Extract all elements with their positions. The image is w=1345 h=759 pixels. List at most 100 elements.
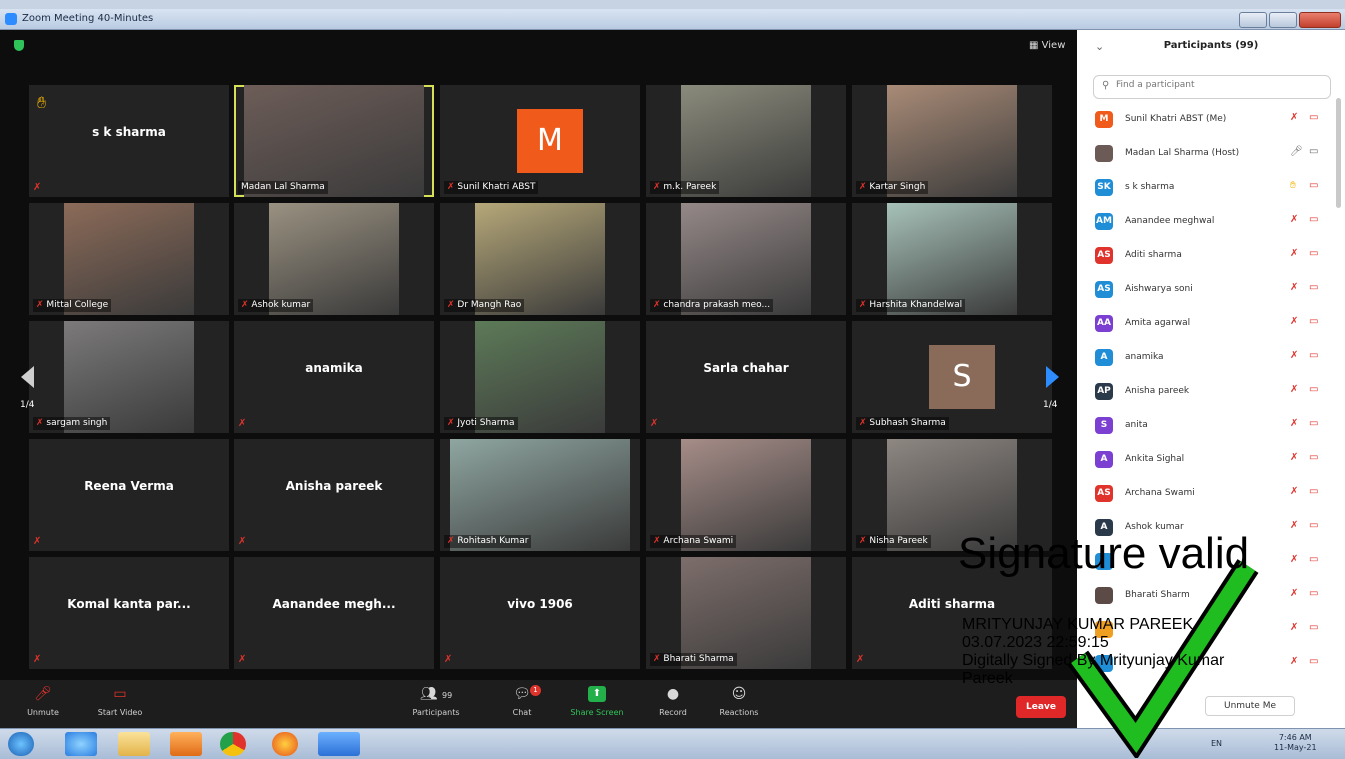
tile-label: ✗ Sunil Khatri ABST: [444, 181, 539, 194]
participant-row[interactable]: A Ashok kumar ✗ ▭: [1077, 510, 1339, 544]
tile-name: Anisha pareek: [285, 479, 383, 493]
maximize-button[interactable]: [1269, 12, 1297, 28]
participant-row[interactable]: Madan Lal Sharma (Host) 🎤︎ ▭: [1077, 136, 1339, 170]
tile-name: vivo 1906: [507, 597, 573, 611]
video-tile[interactable]: Reena Verma ✗: [29, 439, 229, 551]
video-tile[interactable]: Komal kanta par... ✗: [29, 557, 229, 669]
prev-page-arrow-icon[interactable]: [21, 366, 34, 388]
video-off-icon: ▭: [1309, 282, 1319, 293]
muted-mic-icon: ✗: [36, 300, 47, 310]
muted-mic-icon: 🎤︎: [1290, 146, 1303, 157]
participant-row[interactable]: ✗ ▭: [1077, 646, 1339, 680]
zoom-taskbar-icon[interactable]: [318, 732, 360, 756]
video-tile[interactable]: s k sharma ✋︎ ✗: [29, 85, 229, 197]
participant-avatar: M: [1095, 111, 1113, 128]
tile-name: Reena Verma: [84, 479, 174, 493]
video-tile[interactable]: ✗ Nisha Pareek: [852, 439, 1052, 551]
muted-mic-icon: ✗: [1290, 656, 1299, 667]
video-tile[interactable]: ✗ sargam singh: [29, 321, 229, 433]
participant-row[interactable]: Sanita ✗ ▭: [1077, 408, 1339, 442]
unmute-me-button[interactable]: Unmute Me: [1205, 696, 1295, 716]
video-tile[interactable]: Aanandee megh... ✗: [234, 557, 434, 669]
video-tile[interactable]: S ✗ Subhash Sharma: [852, 321, 1052, 433]
video-tile[interactable]: ✗ Rohitash Kumar: [440, 439, 640, 551]
muted-mic-icon: ✗: [238, 536, 247, 547]
video-tile[interactable]: Anisha pareek ✗: [234, 439, 434, 551]
tile-label: ✗ Jyoti Sharma: [444, 417, 518, 430]
muted-microphone-icon: 🎤︎: [34, 686, 52, 702]
video-tile[interactable]: ✗ Jyoti Sharma: [440, 321, 640, 433]
video-tile[interactable]: Sarla chahar ✗: [646, 321, 846, 433]
security-shield-icon[interactable]: [14, 40, 24, 51]
clock-date: 11-May-21: [1274, 743, 1317, 752]
video-tile[interactable]: ✗ Mittal College: [29, 203, 229, 315]
video-tile[interactable]: ✗ Dr Mangh Rao: [440, 203, 640, 315]
video-tile[interactable]: ✗ Bharati Sharma: [646, 557, 846, 669]
chrome-icon[interactable]: [220, 732, 246, 756]
participant-row[interactable]: AS Aishwarya soni ✗ ▭: [1077, 272, 1339, 306]
leave-button[interactable]: Leave: [1016, 696, 1066, 718]
unmute-button[interactable]: 🎤︎ Unmute: [8, 686, 78, 717]
participant-name: Ankita Sighal: [1125, 454, 1185, 464]
video-off-icon: ▭: [1309, 418, 1319, 429]
participant-row[interactable]: ✗ ▭: [1077, 544, 1339, 578]
search-input[interactable]: [1114, 79, 1318, 91]
view-label: View: [1041, 40, 1066, 51]
participants-button[interactable]: 👥︎ 99 Participants: [401, 686, 471, 717]
firefox-icon[interactable]: [272, 732, 298, 756]
view-button[interactable]: ▦ View: [1029, 40, 1065, 51]
participants-label: Participants: [412, 708, 460, 717]
participant-row[interactable]: SK s k sharma ✋︎ ▭: [1077, 170, 1339, 204]
close-button[interactable]: [1299, 12, 1341, 28]
video-tile[interactable]: M ✗ Sunil Khatri ABST: [440, 85, 640, 197]
participant-row[interactable]: ✗ ▭: [1077, 612, 1339, 646]
windows-start-orb-icon[interactable]: [8, 732, 34, 756]
participant-row[interactable]: M Sunil Khatri ABST (Me) ✗ ▭: [1077, 102, 1339, 136]
muted-mic-icon: ✗: [859, 182, 870, 192]
participant-search[interactable]: ⚲: [1093, 75, 1331, 99]
video-tile[interactable]: ✗ Kartar Singh: [852, 85, 1052, 197]
chat-button[interactable]: 💬︎ Chat: [487, 686, 557, 717]
participant-row[interactable]: A Ankita Sighal ✗ ▭: [1077, 442, 1339, 476]
muted-mic-icon: ✗: [36, 418, 47, 428]
start-video-button[interactable]: ▭ Start Video: [85, 686, 155, 717]
muted-mic-icon: ✗: [33, 654, 42, 665]
media-player-icon[interactable]: [170, 732, 202, 756]
video-tile[interactable]: ✗ Archana Swami: [646, 439, 846, 551]
video-tile[interactable]: Aditi sharma ✗: [852, 557, 1052, 669]
participant-row[interactable]: Bharati Sharm ✗ ▭: [1077, 578, 1339, 612]
record-button[interactable]: ● Record: [638, 686, 708, 717]
internet-explorer-icon[interactable]: [65, 732, 97, 756]
video-tile[interactable]: vivo 1906 ✗: [440, 557, 640, 669]
system-clock[interactable]: 7:46 AM 11-May-21: [1274, 733, 1317, 753]
video-tile[interactable]: ✗ Ashok kumar: [234, 203, 434, 315]
video-tile[interactable]: ✗ Harshita Khandelwal: [852, 203, 1052, 315]
muted-mic-icon: ✗: [238, 654, 247, 665]
muted-mic-icon: ✗: [33, 536, 42, 547]
video-tile[interactable]: Madan Lal Sharma: [234, 85, 434, 197]
reactions-button[interactable]: ☺ Reactions: [704, 686, 774, 717]
video-off-icon: ▭: [1309, 112, 1319, 123]
participant-avatar: AM: [1095, 213, 1113, 230]
participant-row[interactable]: AM Aanandee meghwal ✗ ▭: [1077, 204, 1339, 238]
participant-row[interactable]: AP Anisha pareek ✗ ▭: [1077, 374, 1339, 408]
video-tile[interactable]: anamika ✗: [234, 321, 434, 433]
next-page-arrow-icon[interactable]: [1046, 366, 1059, 388]
reactions-label: Reactions: [719, 708, 759, 717]
participant-row[interactable]: AS Archana Swami ✗ ▭: [1077, 476, 1339, 510]
language-indicator[interactable]: EN: [1211, 739, 1222, 748]
muted-mic-icon: ✗: [859, 418, 870, 428]
tile-label: ✗ Mittal College: [33, 299, 112, 312]
participant-list-scrollbar[interactable]: [1336, 98, 1341, 208]
participant-row[interactable]: Aanamika ✗ ▭: [1077, 340, 1339, 374]
participant-row[interactable]: AA Amita agarwal ✗ ▭: [1077, 306, 1339, 340]
video-tile[interactable]: ✗ m.k. Pareek: [646, 85, 846, 197]
minimize-button[interactable]: [1239, 12, 1267, 28]
share-screen-button[interactable]: ⬆ Share Screen: [562, 686, 632, 717]
page-indicator-left: 1/4: [20, 400, 35, 410]
participant-row[interactable]: AS Aditi sharma ✗ ▭: [1077, 238, 1339, 272]
file-explorer-icon[interactable]: [118, 732, 150, 756]
reactions-icon: ☺: [731, 686, 747, 702]
video-tile[interactable]: ✗ chandra prakash meo...: [646, 203, 846, 315]
tile-name: Sarla chahar: [703, 361, 789, 375]
